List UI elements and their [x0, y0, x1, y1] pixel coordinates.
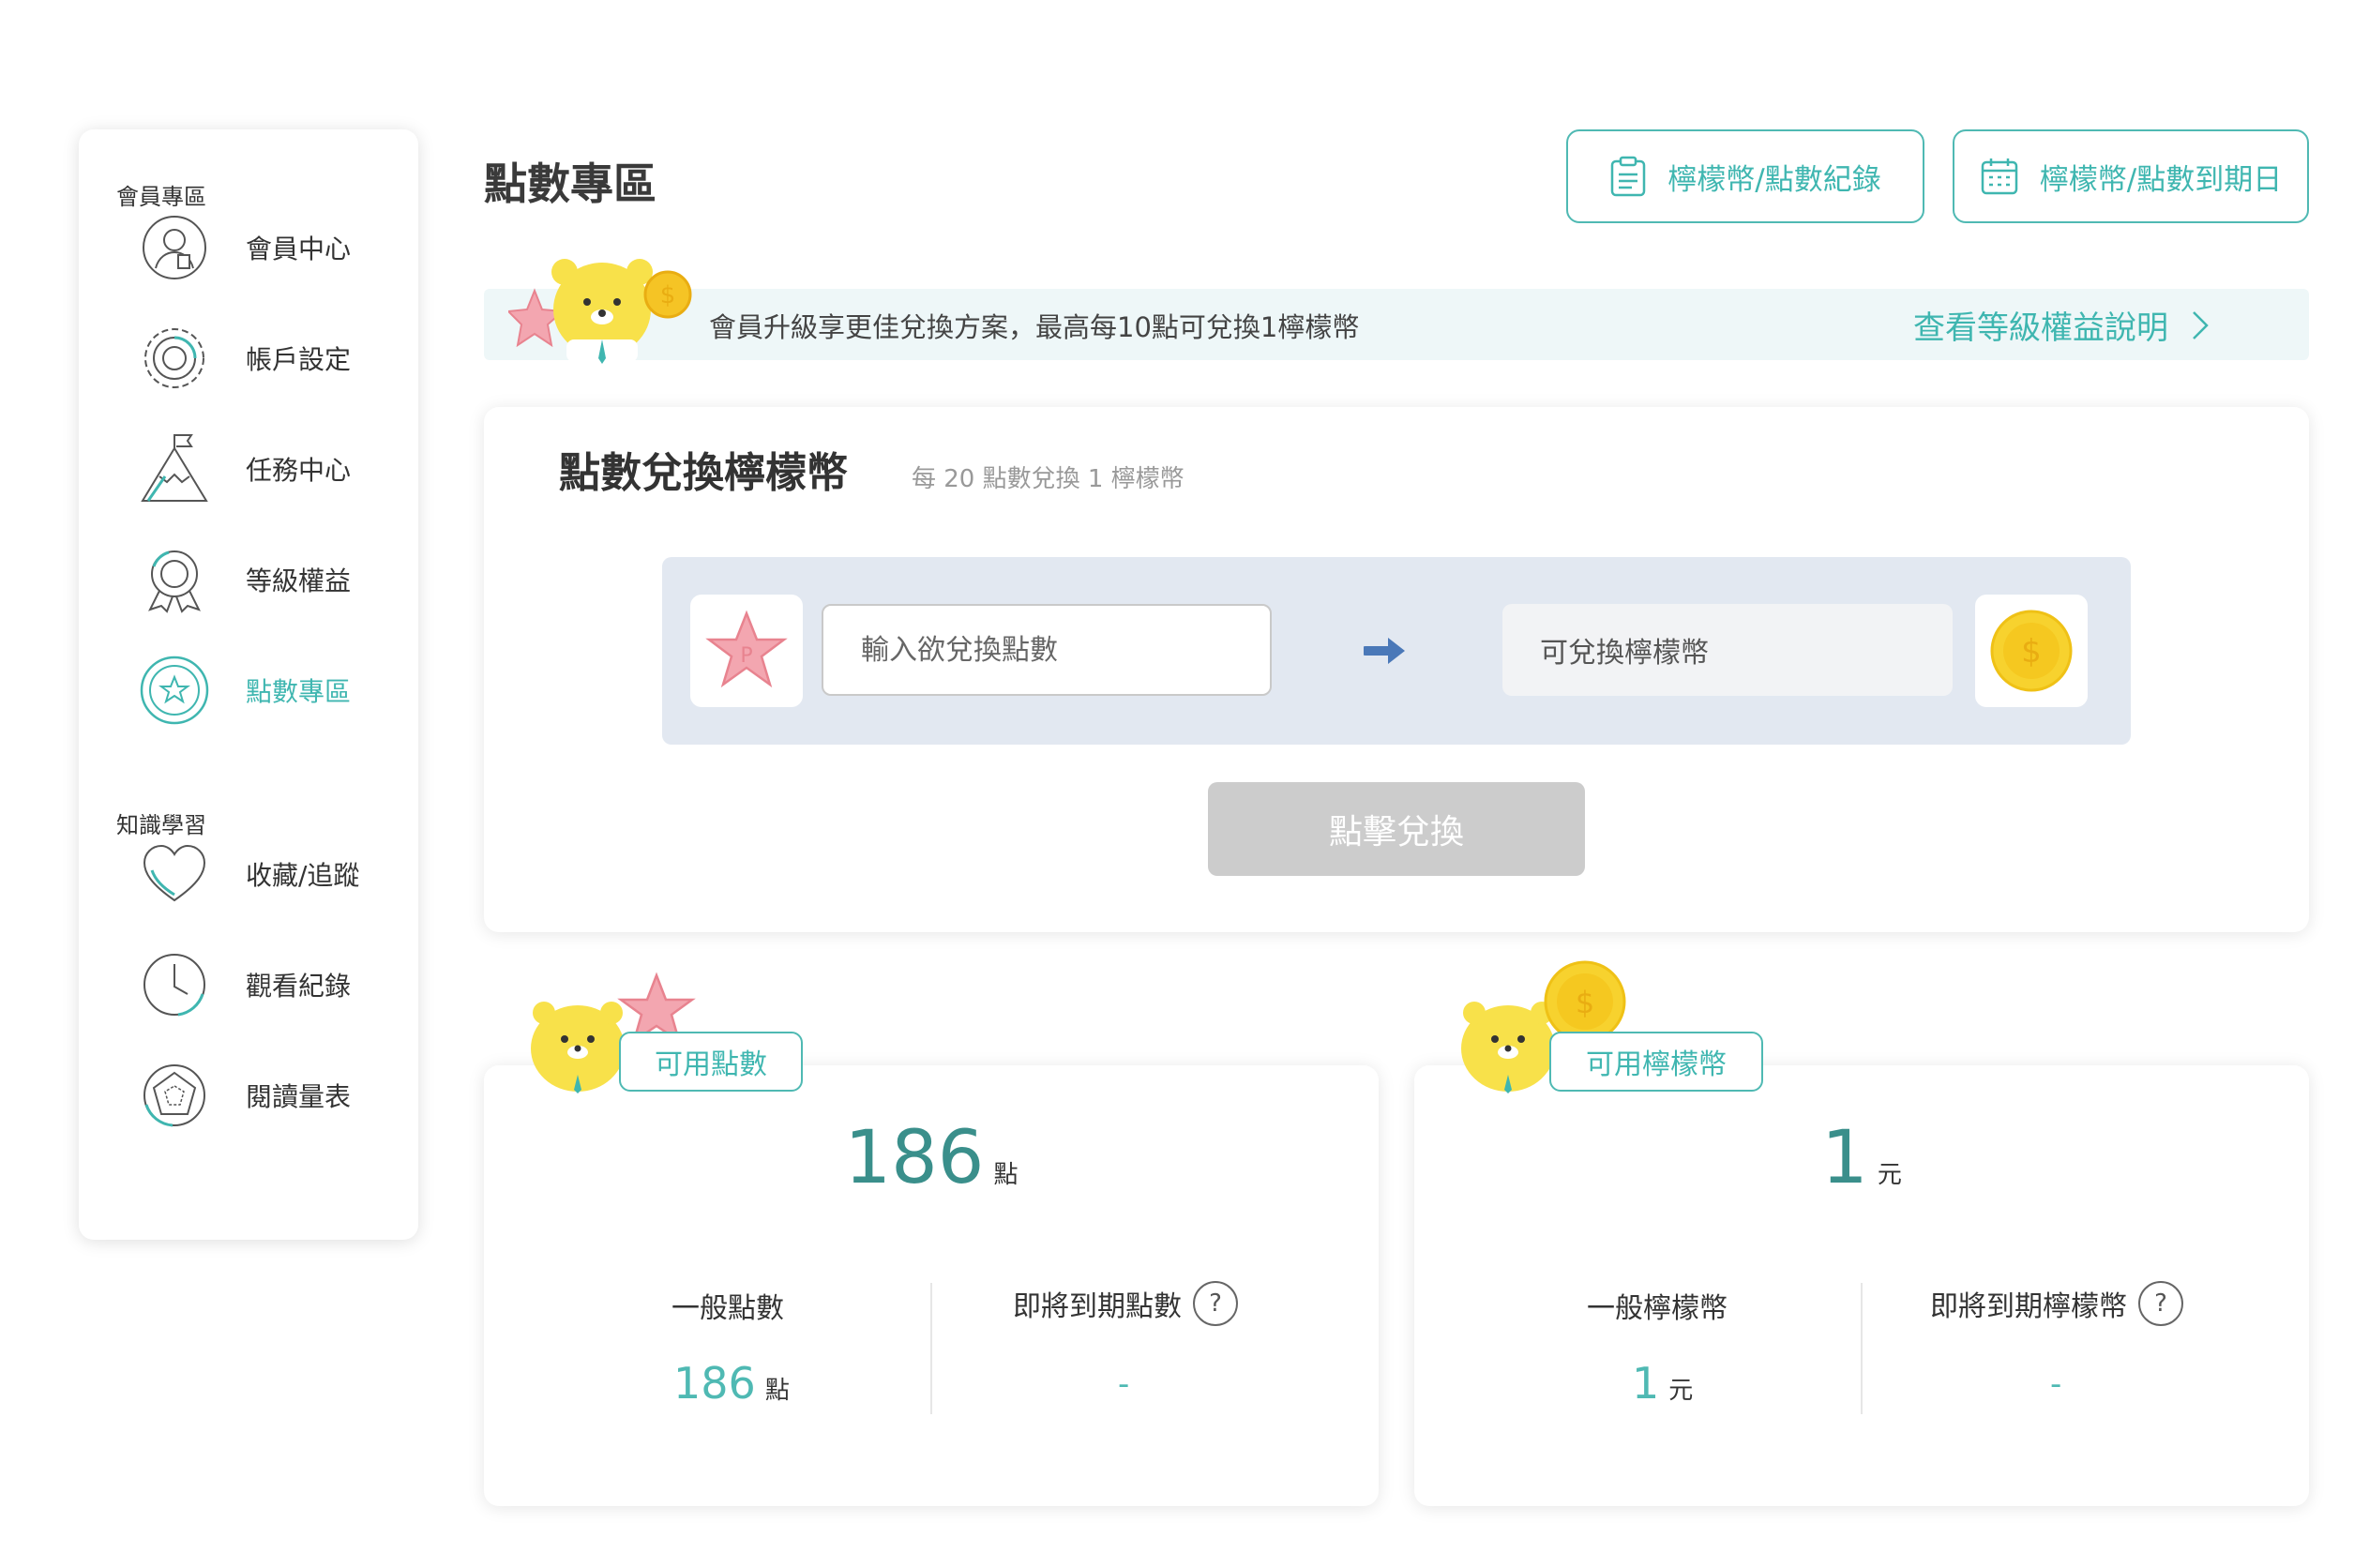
- mountain-flag-icon: [139, 433, 210, 505]
- general-points-unit: 點: [764, 1377, 790, 1405]
- chevron-right-icon: [2191, 309, 2210, 341]
- star-badge-icon: [139, 655, 210, 726]
- points-star-icon: P: [690, 595, 803, 707]
- expiring-coins-value: -: [2050, 1365, 2062, 1403]
- svg-text:$: $: [660, 281, 676, 309]
- gear-icon: [139, 323, 210, 394]
- lemon-coin-output: 可兌換檸檬幣: [1502, 604, 1953, 696]
- heart-icon: [139, 838, 210, 910]
- exchange-rate-text: 每 20 點數兌換 1 檸檬幣: [912, 465, 1184, 493]
- general-coins-title: 一般檸檬幣: [1587, 1292, 1728, 1325]
- records-button[interactable]: 檸檬幣/點數紀錄: [1566, 129, 1924, 223]
- sidebar-item-reading-scale[interactable]: 閱讀量表: [139, 1056, 401, 1135]
- sidebar-item-label: 收藏/追蹤: [246, 860, 360, 891]
- member-profile-icon: [139, 212, 210, 283]
- exchange-title: 點數兌換檸檬幣: [559, 449, 848, 497]
- mascot-bear-coin-illustration: $: [505, 234, 696, 366]
- sidebar-item-points-zone[interactable]: 點數專區: [139, 651, 401, 730]
- sidebar-section-member: 會員專區: [116, 184, 206, 210]
- sidebar-item-watch-history[interactable]: 觀看紀錄: [139, 945, 401, 1024]
- points-amount-input[interactable]: [822, 604, 1272, 696]
- svg-text:$: $: [1576, 985, 1594, 1020]
- lemon-coin-icon: $: [1975, 595, 2088, 707]
- expiry-date-button[interactable]: 檸檬幣/點數到期日: [1953, 129, 2309, 223]
- svg-text:P: P: [740, 644, 752, 668]
- sidebar-item-label: 觀看紀錄: [246, 971, 352, 1002]
- sidebar-item-account-settings[interactable]: 帳戶設定: [139, 319, 401, 398]
- expiring-coins-title: 即將到期檸檬幣: [1930, 1290, 2127, 1323]
- radar-chart-icon: [139, 1060, 210, 1131]
- expiring-points-header: 即將到期點數 ?: [1013, 1281, 1238, 1326]
- expiring-points-value: -: [1118, 1365, 1130, 1403]
- coins-total-unit: 元: [1877, 1161, 1902, 1189]
- points-total-value: 186: [844, 1116, 985, 1200]
- svg-text:$: $: [2021, 633, 2042, 671]
- coins-total: 1 元: [1414, 1116, 2309, 1200]
- coins-total-value: 1: [1821, 1116, 1868, 1200]
- clock-icon: [139, 949, 210, 1020]
- clipboard-icon: [1609, 156, 1647, 197]
- sidebar-item-level-benefits[interactable]: 等級權益: [139, 540, 401, 619]
- divider: [1861, 1283, 1863, 1414]
- level-benefits-link[interactable]: 查看等級權益說明: [1913, 302, 2210, 348]
- calendar-icon: [1980, 157, 2019, 196]
- page-title: 點數專區: [484, 158, 656, 209]
- divider: [930, 1283, 932, 1414]
- general-coins-value: 1: [1632, 1358, 1660, 1409]
- sidebar-item-label: 閱讀量表: [246, 1081, 352, 1112]
- general-coins-unit: 元: [1668, 1377, 1694, 1405]
- expiring-coins-header: 即將到期檸檬幣 ?: [1930, 1281, 2183, 1326]
- sidebar: 會員專區 會員中心 帳戶設定 任務中心 等級權益 點數專區 知識學習 收藏/追蹤…: [79, 129, 418, 1240]
- points-total: 186 點: [484, 1116, 1379, 1200]
- sidebar-item-label: 任務中心: [246, 455, 352, 486]
- general-points-value: 186: [673, 1358, 756, 1409]
- sidebar-item-label: 等級權益: [246, 565, 352, 596]
- general-points-title: 一般點數: [671, 1292, 784, 1325]
- banner-text: 會員升級享更佳兌換方案，最高每10點可兌換1檸檬幣: [709, 311, 1360, 343]
- help-icon[interactable]: ?: [2138, 1281, 2183, 1326]
- sidebar-item-favorites[interactable]: 收藏/追蹤: [139, 835, 401, 913]
- sidebar-item-label: 帳戶設定: [246, 344, 352, 375]
- sidebar-item-label: 點數專區: [246, 676, 352, 707]
- records-button-label: 檸檬幣/點數紀錄: [1667, 162, 1881, 197]
- help-icon[interactable]: ?: [1193, 1281, 1238, 1326]
- tab-available-coins: 可用檸檬幣: [1549, 1032, 1763, 1092]
- general-coins: 1 元: [1632, 1358, 1693, 1409]
- level-benefits-link-label: 查看等級權益說明: [1913, 309, 2168, 347]
- expiry-button-label: 檸檬幣/點數到期日: [2039, 162, 2283, 197]
- sidebar-item-task-center[interactable]: 任務中心: [139, 430, 401, 508]
- sidebar-item-label: 會員中心: [246, 234, 352, 264]
- points-total-unit: 點: [993, 1161, 1019, 1189]
- arrow-right-icon: [1361, 634, 1409, 671]
- sidebar-item-member-center[interactable]: 會員中心: [139, 208, 401, 287]
- tab-available-points: 可用點數: [619, 1032, 803, 1092]
- general-points: 186 點: [673, 1358, 790, 1409]
- medal-icon: [139, 544, 210, 615]
- exchange-submit-button[interactable]: 點擊兌換: [1208, 782, 1585, 876]
- expiring-points-title: 即將到期點數: [1013, 1290, 1182, 1323]
